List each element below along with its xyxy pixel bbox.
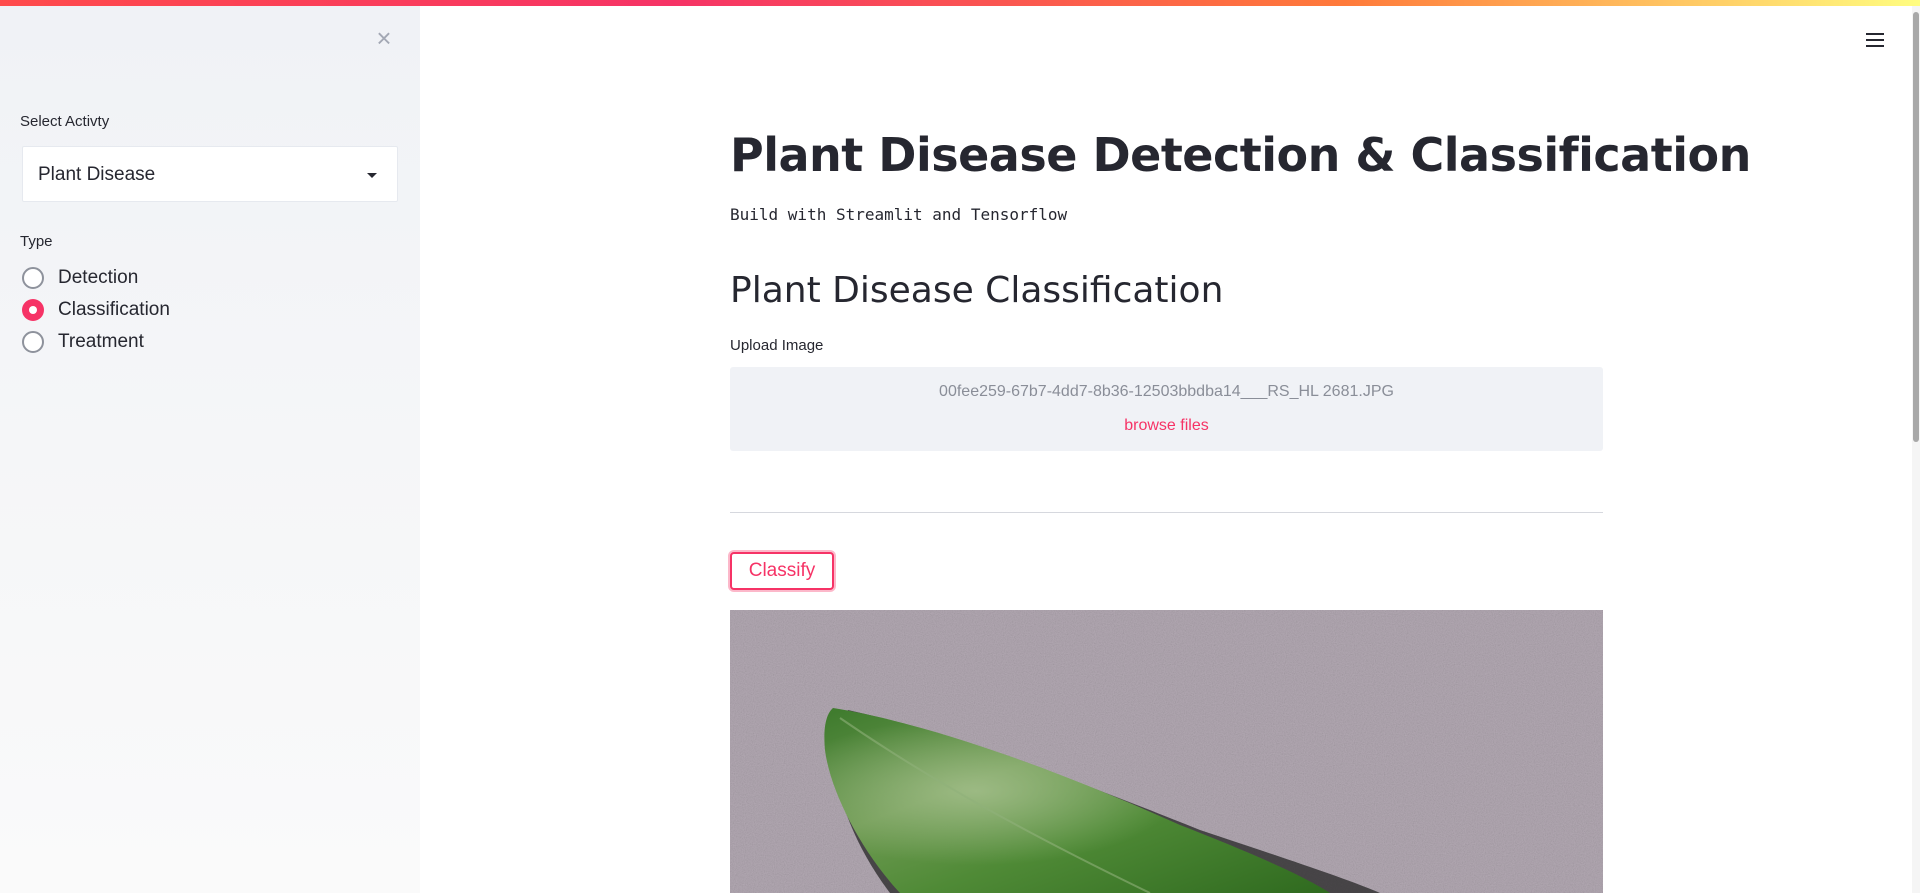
upload-image-label: Upload Image	[730, 337, 824, 354]
uploaded-leaf-image	[730, 610, 1603, 893]
select-activity-label: Select Activty	[20, 113, 110, 130]
section-title: Plant Disease Classification	[730, 270, 1224, 311]
scrollbar-thumb[interactable]	[1913, 12, 1919, 442]
caret-down-icon	[367, 173, 377, 178]
close-icon[interactable]: ×	[372, 25, 396, 51]
radio-treatment[interactable]: Treatment	[22, 328, 144, 356]
radio-detection[interactable]: Detection	[22, 264, 138, 292]
radio-checked-icon[interactable]	[22, 299, 44, 321]
type-label: Type	[20, 233, 53, 250]
top-decoration-bar	[0, 0, 1920, 6]
divider	[730, 512, 1603, 513]
page-title: Plant Disease Detection & Classification	[730, 128, 1751, 182]
sidebar: × Select Activty Plant Disease Type Dete…	[0, 0, 420, 893]
browse-files-link[interactable]: browse files	[730, 417, 1603, 435]
radio-circle-icon[interactable]	[22, 331, 44, 353]
file-uploader-dropzone[interactable]: 00fee259-67b7-4dd7-8b36-12503bbdba14___R…	[730, 367, 1603, 451]
uploaded-filename: 00fee259-67b7-4dd7-8b36-12503bbdba14___R…	[939, 383, 1394, 400]
activity-select-value: Plant Disease	[38, 164, 156, 185]
activity-select[interactable]: Plant Disease	[22, 146, 398, 202]
hamburger-menu-icon[interactable]	[1863, 28, 1887, 52]
radio-label: Detection	[58, 267, 139, 288]
radio-label: Treatment	[58, 331, 144, 352]
radio-label: Classification	[58, 299, 170, 320]
radio-circle-icon[interactable]	[22, 267, 44, 289]
page-subtitle: Build with Streamlit and Tensorflow	[730, 205, 1068, 224]
classify-button[interactable]: Classify	[730, 552, 834, 590]
radio-classification[interactable]: Classification	[22, 296, 170, 324]
